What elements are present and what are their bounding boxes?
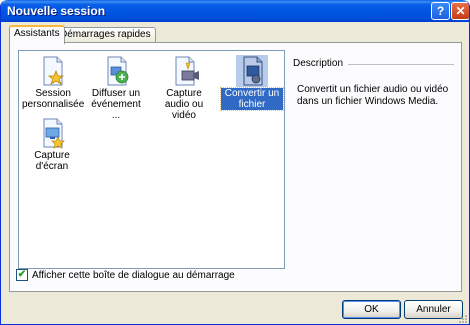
new-session-dialog: Nouvelle session ? ✕ Assistants Démarrag… xyxy=(0,0,470,325)
wizard-list[interactable]: Session personnalisée Diffuser un événem… xyxy=(18,50,285,269)
description-label: Description xyxy=(293,58,344,69)
convert-file-icon xyxy=(236,55,268,87)
wizard-label: Capture audio ou vidéo xyxy=(164,88,204,121)
ok-button[interactable]: OK xyxy=(342,300,401,319)
show-at-startup-option[interactable]: ✔ Afficher cette boîte de dialogue au dé… xyxy=(16,269,235,281)
window-title: Nouvelle session xyxy=(7,4,106,18)
broadcast-event-icon xyxy=(107,56,129,86)
show-at-startup-label[interactable]: Afficher cette boîte de dialogue au déma… xyxy=(32,270,235,281)
wizard-label: Diffuser un événement ... xyxy=(91,88,141,121)
assistants-panel: Session personnalisée Diffuser un événem… xyxy=(9,42,462,292)
resize-grip-icon[interactable] xyxy=(456,312,468,324)
title-bar[interactable]: Nouvelle session ? ✕ xyxy=(1,0,469,22)
description-text: Convertit un fichier audio ou vidéo dans… xyxy=(297,84,449,107)
tab-assistants[interactable]: Assistants xyxy=(9,25,65,44)
close-button[interactable]: ✕ xyxy=(451,2,469,20)
wizard-item-capture-audio-video[interactable]: Capture audio ou vidéo xyxy=(153,55,215,121)
wizard-item-custom-session[interactable]: Session personnalisée xyxy=(21,55,85,110)
wizard-item-convert-file[interactable]: Convertir un fichier xyxy=(220,55,284,111)
show-at-startup-checkbox[interactable]: ✔ xyxy=(16,269,28,281)
tab-quick-starts[interactable]: Démarrages rapides xyxy=(55,27,156,43)
wizard-label: Capture d'écran xyxy=(34,150,70,172)
wizard-label: Convertir un fichier xyxy=(220,87,284,111)
help-button[interactable]: ? xyxy=(431,2,450,20)
screen-capture-icon xyxy=(43,118,65,149)
custom-session-icon xyxy=(43,56,65,86)
description-divider xyxy=(348,64,454,65)
wizard-label: Session personnalisée xyxy=(22,88,85,110)
wizard-item-screen-capture[interactable]: Capture d'écran xyxy=(21,117,83,172)
wizard-item-broadcast-event[interactable]: Diffuser un événement ... xyxy=(85,55,147,121)
capture-audio-video-icon xyxy=(175,56,199,86)
cancel-button[interactable]: Annuler xyxy=(404,300,463,319)
